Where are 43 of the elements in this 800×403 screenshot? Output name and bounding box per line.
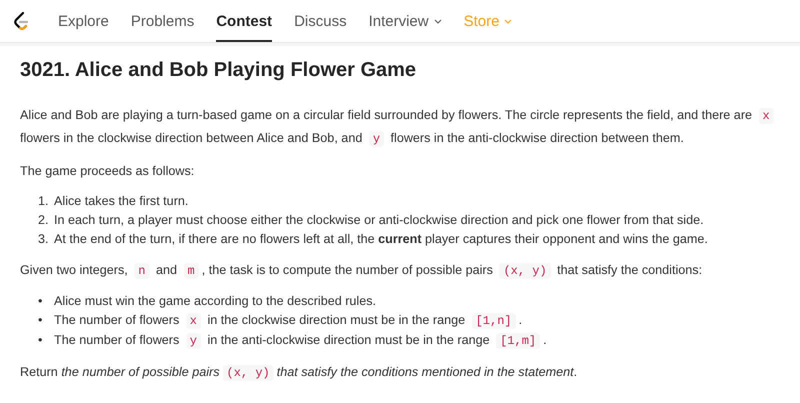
list-item-text: . <box>543 333 547 347</box>
list-marker: 1. <box>38 193 50 210</box>
list-marker: 2. <box>38 212 50 229</box>
inline-code: y <box>186 333 201 349</box>
list-item-text: in the anti-clockwise direction must be in the range <box>206 333 491 347</box>
list-item-text: The number of flowers <box>54 333 180 347</box>
inline-code: (x, y) <box>222 365 274 381</box>
list-marker: • <box>38 332 44 349</box>
inline-code: [1,m] <box>496 333 540 349</box>
list-item-text: Alice takes the first turn. <box>54 194 188 208</box>
inline-code: n <box>134 263 150 279</box>
inline-code: m <box>184 263 199 279</box>
paragraph-text: Alice and Bob are playing a turn-based game on a circular field surrounded by flowers. The circle represents the field, and there are <box>20 108 754 122</box>
logo-icon[interactable] <box>13 11 29 31</box>
paragraph-text: and <box>154 263 178 277</box>
list-item-text: Alice must win the game according to the described rules. <box>54 294 376 308</box>
paragraph-text: Given two integers, <box>20 263 129 277</box>
list-item-text: The number of flowers <box>54 313 180 327</box>
nav-tab[interactable]: Problems <box>130 0 194 42</box>
paragraph-text: The game proceeds as follows: <box>20 164 194 178</box>
paragraph-text: flowers in the clockwise direction between Alice and Bob, and <box>20 131 364 145</box>
paragraph-text: Return the number of possible pairs <box>20 365 220 379</box>
caret-icon[interactable] <box>434 18 442 24</box>
paragraph-text: , the task is to compute the number of possible pairs <box>202 263 494 277</box>
list-marker: • <box>38 312 44 329</box>
inline-code: x <box>186 313 201 329</box>
list-item-text: In each turn, a player must choose either the clockwise or anti-clockwise direction and pick one flower from that side. <box>54 213 704 227</box>
list-marker: 3. <box>38 231 50 248</box>
list-item-text: At the end of the turn, if there are no flowers left at all, the current player captures their opponent and wins the game. <box>54 232 708 246</box>
paragraph-text: that satisfy the conditions: <box>556 263 702 277</box>
nav-tab[interactable]: Explore <box>58 0 109 42</box>
list-item-text: in the clockwise direction must be in the range <box>206 313 466 327</box>
list-item-text: . <box>518 313 522 327</box>
list-marker: • <box>38 293 44 310</box>
inline-code: y <box>368 131 384 147</box>
paragraph-text: flowers in the anti-clockwise direction between them. <box>390 131 684 145</box>
problem-title: 3021. Alice and Bob Playing Flower Game <box>20 59 418 82</box>
nav-tab[interactable]: Interview <box>368 0 442 42</box>
inline-code: [1,n] <box>472 313 516 329</box>
paragraph-text: that satisfy the conditions mentioned in the statement. <box>276 365 578 379</box>
inline-code: x <box>758 108 774 124</box>
inline-code: (x, y) <box>499 263 551 279</box>
nav-tab[interactable]: Discuss <box>294 0 347 42</box>
